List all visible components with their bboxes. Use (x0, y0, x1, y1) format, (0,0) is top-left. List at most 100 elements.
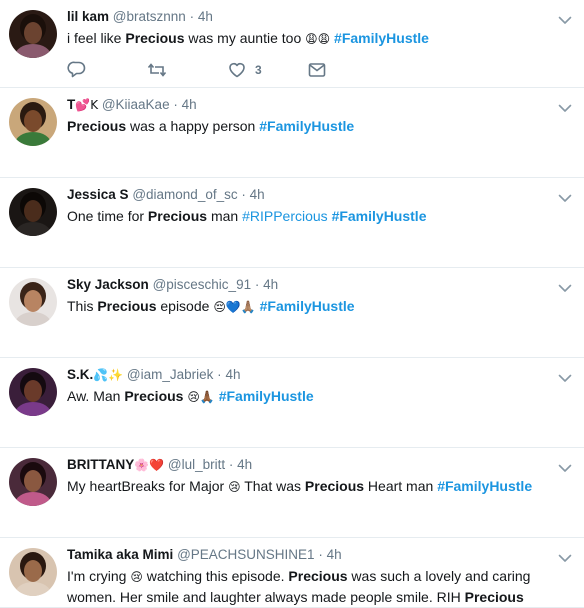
separator-dot: · (217, 367, 222, 382)
text-segment: That was (240, 478, 305, 494)
display-name[interactable]: Tamika aka Mimi (67, 547, 173, 562)
tweet[interactable]: Sky Jackson @pisceschic_91 · 4h This Prec… (0, 268, 584, 358)
avatar-photo (9, 10, 57, 58)
tweet-text: Precious was a happy person #FamilyHustl… (67, 116, 567, 136)
tweet-menu-button[interactable] (558, 100, 572, 112)
tweet[interactable]: Tamika aka Mimi @PEACHSUNSHINE1 · 4h I'm … (0, 538, 584, 608)
tweet-actions: 3 (67, 60, 337, 80)
tweet-header: Sky Jackson @pisceschic_91 · 4h (67, 276, 278, 294)
reply-button[interactable] (67, 60, 87, 80)
tweet[interactable]: T💕K @KiiaaKae · 4h Precious was a happy p… (0, 88, 584, 178)
emoji: 😢 (228, 480, 241, 494)
timestamp[interactable]: 4h (237, 457, 252, 472)
tweet[interactable]: Jessica S @diamond_of_sc · 4h One time fo… (0, 178, 584, 268)
like-count: 3 (255, 63, 262, 77)
hashtag-link[interactable]: #FamilyHustle (437, 478, 532, 494)
reply-icon (67, 61, 86, 78)
tweet-menu-button[interactable] (558, 12, 572, 24)
separator-dot: · (228, 457, 234, 472)
user-handle[interactable]: @PEACHSUNSHINE1 (177, 547, 315, 562)
chevron-down-icon (558, 554, 572, 562)
highlighted-keyword: Precious (67, 118, 127, 134)
user-handle[interactable]: @diamond_of_sc (132, 187, 237, 202)
chevron-down-icon (558, 104, 572, 112)
hashtag-link[interactable]: #FamilyHustle (332, 208, 427, 224)
display-name[interactable]: S.K. (67, 367, 93, 382)
highlighted-keyword: Precious (288, 568, 348, 584)
text-segment: This (67, 298, 98, 314)
avatar-photo (9, 278, 57, 326)
user-handle[interactable]: @KiiaaKae (102, 97, 170, 112)
text-segment: Heart man (364, 478, 438, 494)
timestamp[interactable]: 4h (198, 9, 213, 24)
text-segment: Aw. Man (67, 388, 125, 404)
hashtag-link[interactable]: #FamilyHustle (259, 118, 354, 134)
display-name-emoji[interactable]: 💕K (75, 98, 98, 112)
hashtag-link[interactable]: #FamilyHustle (334, 30, 429, 46)
separator-dot: · (189, 9, 195, 24)
timestamp[interactable]: 4h (250, 187, 265, 202)
display-name-emoji[interactable]: 💦✨ (93, 368, 123, 382)
timestamp[interactable]: 4h (327, 547, 342, 562)
like-button[interactable]: 3 (227, 60, 262, 80)
tweet-header: lil kam @bratsznnn · 4h (67, 8, 213, 26)
user-handle[interactable]: @lul_britt (168, 457, 225, 472)
direct-message-button[interactable] (307, 60, 327, 80)
display-name[interactable]: lil kam (67, 9, 109, 24)
chevron-down-icon (558, 194, 572, 202)
display-name[interactable]: Jessica S (67, 187, 129, 202)
avatar[interactable] (9, 98, 57, 146)
text-segment: was my auntie too (184, 30, 306, 46)
text-segment: One time for (67, 208, 148, 224)
highlighted-keyword: Precious (124, 388, 184, 404)
tweet-header: Jessica S @diamond_of_sc · 4h (67, 186, 265, 204)
user-handle[interactable]: @iam_Jabriek (127, 367, 213, 382)
hashtag-link[interactable]: #FamilyHustle (219, 388, 314, 404)
highlighted-keyword: Precious (125, 30, 185, 46)
hashtag-link[interactable]: #FamilyHustle (260, 298, 355, 314)
text-segment: I'm crying (67, 568, 131, 584)
tweet-text: I'm crying 😢 watching this episode. Prec… (67, 566, 567, 607)
tweet-menu-button[interactable] (558, 190, 572, 202)
timestamp[interactable]: 4h (225, 367, 240, 382)
highlighted-keyword: Precious (304, 478, 365, 494)
avatar[interactable] (9, 458, 57, 506)
tweet[interactable]: BRITTANY🌸❤️ @lul_britt · 4h My heartBreak… (0, 448, 584, 538)
chevron-down-icon (558, 284, 572, 292)
retweet-button[interactable] (147, 60, 167, 80)
tweet-menu-button[interactable] (558, 280, 572, 292)
display-name[interactable]: BRITTANY (67, 457, 134, 472)
avatar[interactable] (9, 10, 57, 58)
avatar[interactable] (9, 188, 57, 236)
text-segment: i feel like (67, 30, 126, 46)
tweet[interactable]: S.K.💦✨ @iam_Jabriek · 4h Aw. Man Precious… (0, 358, 584, 448)
tweet[interactable]: lil kam @bratsznnn · 4h i feel like Preci… (0, 0, 584, 88)
chevron-down-icon (558, 16, 572, 24)
envelope-icon (308, 63, 326, 77)
avatar-photo (9, 368, 57, 416)
timestamp[interactable]: 4h (263, 277, 278, 292)
tweet-text: My heartBreaks for Major 😢 That was Prec… (67, 476, 567, 497)
avatar[interactable] (9, 278, 57, 326)
timestamp[interactable]: 4h (182, 97, 197, 112)
emoji: 😔💙🙏🏽 (213, 300, 256, 314)
chevron-down-icon (558, 464, 572, 472)
avatar-photo (9, 98, 57, 146)
display-name-emoji[interactable]: 🌸❤️ (134, 458, 164, 472)
text-segment: was a happy person (126, 118, 260, 134)
display-name[interactable]: T (67, 97, 75, 112)
tweet-menu-button[interactable] (558, 550, 572, 562)
separator-dot: · (318, 547, 323, 562)
tweet-text: This Precious episode 😔💙🙏🏽 #FamilyHustle (67, 296, 567, 317)
tweet-menu-button[interactable] (558, 460, 572, 472)
heart-icon (229, 62, 245, 78)
display-name[interactable]: Sky Jackson (67, 277, 149, 292)
avatar[interactable] (9, 548, 57, 596)
user-handle[interactable]: @bratsznnn (113, 9, 186, 24)
avatar[interactable] (9, 368, 57, 416)
tweet-menu-button[interactable] (558, 370, 572, 382)
user-handle[interactable]: @pisceschic_91 (153, 277, 252, 292)
emoji: 😩😩 (305, 32, 331, 46)
hashtag-link[interactable]: #RIPPercious (242, 208, 328, 224)
separator-dot: · (241, 187, 246, 202)
